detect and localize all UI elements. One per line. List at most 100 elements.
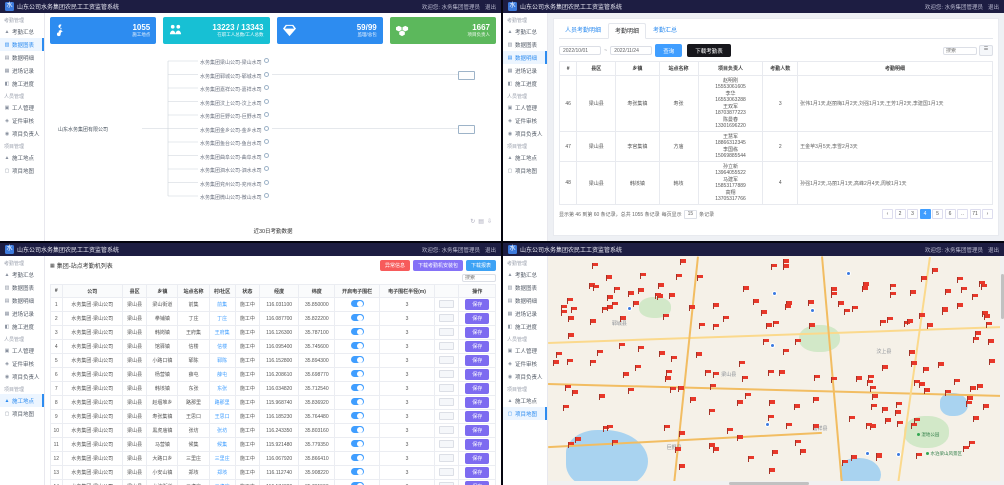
- site-flag-marker[interactable]: [709, 409, 710, 415]
- site-flag-marker[interactable]: [737, 400, 738, 406]
- sidebar-item-数据图表[interactable]: ▥数据图表: [503, 281, 547, 294]
- site-flag-marker[interactable]: [669, 293, 670, 299]
- save-button[interactable]: 保存: [465, 425, 489, 436]
- site-flag-marker[interactable]: [914, 418, 915, 424]
- fence-toggle[interactable]: [351, 314, 364, 321]
- tree-leaf-box[interactable]: [458, 125, 475, 134]
- site-flag-marker[interactable]: [561, 310, 562, 316]
- site-flag-marker[interactable]: [856, 376, 857, 382]
- site-flag-marker[interactable]: [783, 349, 784, 355]
- page-button-‹[interactable]: ‹: [882, 209, 893, 219]
- site-flag-marker[interactable]: [680, 259, 681, 265]
- page-button-..[interactable]: ..: [957, 209, 968, 219]
- site-flag-marker[interactable]: [890, 292, 891, 298]
- save-button[interactable]: 保存: [465, 383, 489, 394]
- sidebar-item-进场记录[interactable]: ▦进场记录: [503, 64, 547, 77]
- sidebar-item-项目地图[interactable]: ▢项目地图: [0, 407, 44, 420]
- site-flag-marker[interactable]: [568, 442, 569, 448]
- site-flag-marker[interactable]: [927, 323, 928, 329]
- site-flag-marker[interactable]: [867, 380, 868, 386]
- radius-input[interactable]: [439, 412, 454, 420]
- button-异常信息[interactable]: 异常信息: [380, 260, 410, 271]
- site-flag-marker[interactable]: [786, 423, 787, 429]
- tree-leaf-box[interactable]: [458, 71, 475, 80]
- site-flag-marker[interactable]: [743, 286, 744, 292]
- site-flag-marker[interactable]: [921, 276, 922, 282]
- village-link[interactable]: 张坊: [217, 428, 227, 434]
- sidebar-item-施工地点[interactable]: ▲施工地点: [0, 151, 44, 164]
- site-flag-marker[interactable]: [723, 316, 724, 322]
- site-flag-marker[interactable]: [911, 423, 912, 429]
- site-flag-marker[interactable]: [623, 372, 624, 378]
- radius-input[interactable]: [439, 370, 454, 378]
- site-flag-marker[interactable]: [568, 316, 569, 322]
- site-flag-marker[interactable]: [849, 416, 850, 422]
- site-flag-marker[interactable]: [675, 447, 676, 453]
- fence-toggle[interactable]: [351, 384, 364, 391]
- site-flag-marker[interactable]: [665, 376, 666, 382]
- sidebar-item-施工进度[interactable]: ◧施工进度: [503, 320, 547, 333]
- sidebar-item-进场记录[interactable]: ▦进场记录: [503, 307, 547, 320]
- tab-人员考勤明细[interactable]: 人员考勤明细: [559, 23, 607, 38]
- site-flag-marker[interactable]: [909, 350, 910, 356]
- site-flag-marker[interactable]: [589, 283, 590, 289]
- radius-input[interactable]: [439, 454, 454, 462]
- site-flag-marker[interactable]: [942, 309, 943, 315]
- village-link[interactable]: 路那里: [215, 400, 230, 406]
- fence-toggle[interactable]: [351, 398, 364, 405]
- columns-toggle-button[interactable]: ☰: [979, 45, 993, 56]
- village-link[interactable]: 郓陈: [217, 358, 227, 364]
- map-blue-marker[interactable]: [627, 306, 632, 311]
- site-flag-marker[interactable]: [597, 350, 598, 356]
- sidebar-item-数据图表[interactable]: ▥数据图表: [0, 281, 44, 294]
- sidebar-item-施工进度[interactable]: ◧施工进度: [0, 320, 44, 333]
- site-flag-marker[interactable]: [766, 323, 767, 329]
- site-flag-marker[interactable]: [567, 298, 568, 304]
- device-search-input[interactable]: [462, 274, 496, 282]
- site-flag-marker[interactable]: [970, 386, 971, 392]
- save-button[interactable]: 保存: [465, 355, 489, 366]
- site-flag-marker[interactable]: [614, 287, 615, 293]
- site-flag-marker[interactable]: [923, 367, 924, 373]
- fence-toggle[interactable]: [351, 356, 364, 363]
- site-flag-marker[interactable]: [844, 309, 845, 315]
- logout-link[interactable]: 退出: [485, 3, 496, 11]
- village-link[interactable]: 前集: [217, 302, 227, 308]
- site-flag-marker[interactable]: [666, 370, 667, 376]
- tree-node[interactable]: 水务集团微山公司-微山水司: [200, 193, 269, 201]
- site-flag-marker[interactable]: [966, 401, 967, 407]
- save-button[interactable]: 保存: [465, 341, 489, 352]
- site-flag-marker[interactable]: [638, 288, 639, 294]
- site-flag-marker[interactable]: [619, 343, 620, 349]
- site-flag-marker[interactable]: [896, 402, 897, 408]
- site-flag-marker[interactable]: [882, 407, 883, 413]
- site-flag-marker[interactable]: [773, 321, 774, 327]
- fence-toggle[interactable]: [351, 468, 364, 475]
- sidebar-item-考勤汇总[interactable]: ▲考勤汇总: [503, 25, 547, 38]
- village-link[interactable]: 薛屯: [217, 372, 227, 378]
- site-flag-marker[interactable]: [910, 290, 911, 296]
- table-search-input[interactable]: [943, 47, 977, 55]
- site-flag-marker[interactable]: [779, 370, 780, 376]
- site-flag-marker[interactable]: [887, 317, 888, 323]
- site-flag-marker[interactable]: [628, 388, 629, 394]
- logout-link[interactable]: 退出: [988, 3, 999, 11]
- date-to-input[interactable]: [610, 46, 652, 55]
- sidebar-item-考勤汇总[interactable]: ▲考勤汇总: [0, 25, 44, 38]
- radius-input[interactable]: [439, 482, 454, 485]
- fence-toggle[interactable]: [351, 454, 364, 461]
- site-flag-marker[interactable]: [713, 324, 714, 330]
- site-flag-marker[interactable]: [981, 284, 982, 290]
- site-flag-marker[interactable]: [763, 339, 764, 345]
- page-button-3[interactable]: 3: [907, 209, 918, 219]
- site-flag-marker[interactable]: [957, 277, 958, 283]
- site-flag-marker[interactable]: [671, 356, 672, 362]
- site-flag-marker[interactable]: [590, 319, 591, 325]
- site-flag-marker[interactable]: [809, 323, 810, 329]
- village-link[interactable]: 王府集: [215, 330, 230, 336]
- site-flag-marker[interactable]: [633, 301, 634, 307]
- site-flag-marker[interactable]: [785, 304, 786, 310]
- fence-toggle[interactable]: [351, 370, 364, 377]
- sidebar-item-施工地点[interactable]: ▲施工地点: [503, 394, 547, 407]
- site-flag-marker[interactable]: [813, 397, 814, 403]
